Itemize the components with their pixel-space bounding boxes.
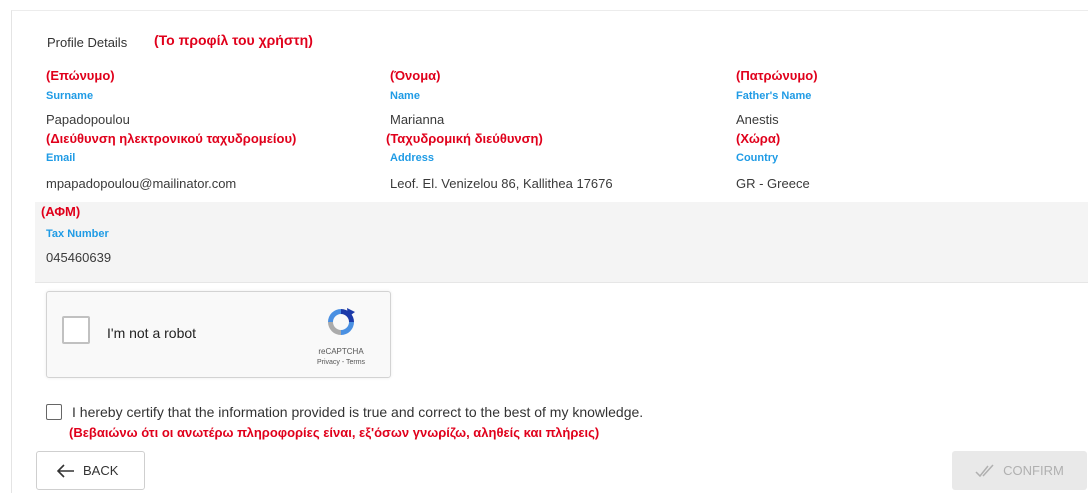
tax-number-section (35, 202, 1088, 283)
name-translation: (Όνομα) (390, 68, 441, 83)
recaptcha-checkbox[interactable] (62, 316, 90, 344)
address-label: Address (390, 152, 435, 164)
tax-number-translation: (ΑΦΜ) (41, 204, 81, 219)
tax-number-label: Tax Number (46, 228, 109, 240)
surname-translation: (Επώνυμο) (46, 68, 115, 83)
fathers-name-translation: (Πατρώνυμο) (736, 68, 818, 83)
page-title-translation: (Το προφίλ του χρήστη) (154, 32, 313, 48)
surname-value: Papadopoulou (46, 112, 130, 127)
certify-checkbox[interactable] (46, 404, 62, 420)
country-translation: (Χώρα) (736, 131, 781, 146)
name-value: Marianna (390, 112, 445, 127)
page-title: Profile Details (47, 35, 128, 50)
recaptcha-widget: I'm not a robot reCAPTCHA Privacy - Term… (46, 291, 391, 378)
email-value: mpapadopoulou@mailinator.com (46, 176, 237, 191)
recaptcha-brand: reCAPTCHA (318, 347, 364, 356)
address-translation: (Ταχυδρομική διεύθυνση) (386, 131, 543, 146)
back-button[interactable]: BACK (36, 451, 145, 490)
confirm-button-label: CONFIRM (1003, 463, 1064, 478)
email-label: Email (46, 152, 76, 164)
surname-label: Surname (46, 90, 94, 102)
fathers-name-value: Anestis (736, 112, 779, 127)
fathers-name-label: Father's Name (736, 90, 812, 102)
address-value: Leof. El. Venizelou 86, Kallithea 17676 (390, 176, 613, 191)
recaptcha-label: I'm not a robot (107, 325, 197, 341)
country-value: GR - Greece (736, 176, 810, 191)
certify-label[interactable]: I hereby certify that the information pr… (72, 404, 643, 420)
recaptcha-privacy-terms-link[interactable]: Privacy - Terms (309, 359, 373, 366)
certify-translation: (Βεβαιώνω ότι οι ανωτέρω πληροφορίες είν… (69, 425, 600, 440)
recaptcha-logo-icon (328, 308, 355, 335)
confirm-button[interactable]: CONFIRM (952, 451, 1087, 490)
arrow-left-icon (57, 463, 74, 478)
double-check-icon (975, 463, 994, 477)
tax-number-value: 045460639 (46, 250, 112, 265)
name-label: Name (390, 90, 420, 102)
back-button-label: BACK (83, 463, 119, 478)
country-label: Country (736, 152, 779, 164)
email-translation: (Διεύθυνση ηλεκτρονικού ταχυδρομείου) (46, 131, 297, 146)
